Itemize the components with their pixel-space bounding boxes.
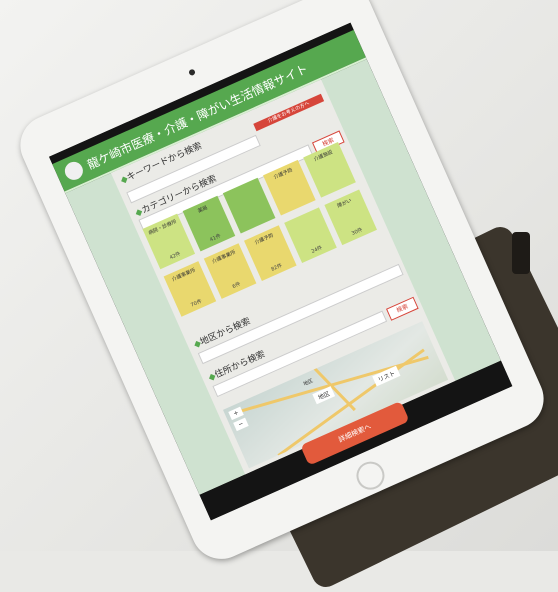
- category-label: [287, 211, 320, 226]
- category-count: 24件: [310, 244, 324, 255]
- category-label: 介護事業所: [171, 267, 197, 284]
- category-count: 70件: [190, 298, 203, 309]
- front-camera-icon: [188, 68, 196, 77]
- category-count: 42件: [168, 250, 182, 262]
- home-button-icon[interactable]: [351, 457, 389, 495]
- site-logo-icon[interactable]: [62, 159, 86, 183]
- category-label: 介護事業所: [211, 249, 237, 266]
- map-zoom-out-button[interactable]: −: [233, 417, 249, 432]
- category-label: 介護予防: [253, 232, 275, 247]
- address-search-button[interactable]: 検索: [385, 296, 419, 321]
- category-count: 82件: [270, 262, 284, 273]
- category-count: 6件: [231, 281, 242, 291]
- category-label: 障がい: [336, 197, 353, 210]
- map-list-button[interactable]: リスト: [372, 365, 401, 387]
- case-strap: [512, 232, 530, 274]
- category-count: 41件: [209, 233, 222, 244]
- category-count: 30件: [350, 226, 364, 238]
- category-label: 介護施設: [313, 149, 334, 163]
